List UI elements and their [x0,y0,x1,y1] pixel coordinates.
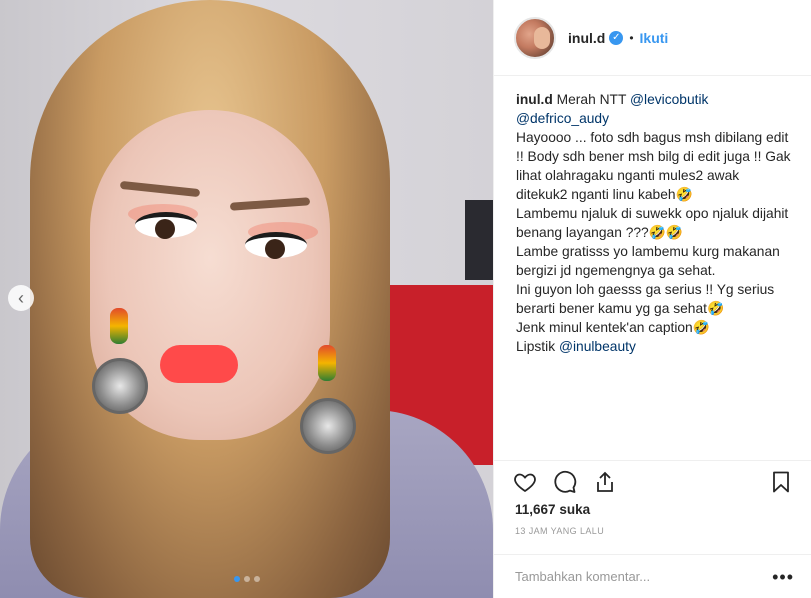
post-timestamp[interactable]: 13 JAM YANG LALU [515,526,604,536]
caption-line-4: Ini guyon loh gaesss ga serius !! Yg ser… [516,282,775,316]
carousel-prev-button[interactable]: ‹ [8,285,34,311]
header-username[interactable]: inul.d [568,30,605,46]
earring-left [92,358,148,414]
carousel-dot-2 [243,576,250,582]
chevron-left-icon: ‹ [18,288,24,308]
caption-mention-levicobutik[interactable]: @levicobutik [630,92,708,107]
carousel-dot-3 [253,576,260,582]
earring-right [300,398,356,454]
comment-input[interactable] [515,569,773,584]
caption: inul.d Merah NTT @levicobutik @defrico_a… [494,76,811,456]
caption-line-1: Hayoooo ... foto sdh bagus msh dibilang … [516,130,791,202]
like-button[interactable] [510,467,540,497]
likes-number: 11,667 [515,502,556,517]
caption-line-5: Jenk minul kentek'an caption🤣 [516,320,710,335]
eye-right [245,232,307,259]
follow-button[interactable]: Ikuti [640,30,669,46]
caption-line-3: Lambe gratisss yo lambemu kurg makanan b… [516,244,780,278]
caption-line-2: Lambemu njaluk di suwekk opo njaluk dija… [516,206,789,240]
eye-left [135,212,197,239]
caption-lipstik-label: Lipstik [516,339,556,354]
caption-mention-inulbeauty[interactable]: @inulbeauty [559,339,636,354]
likes-count[interactable]: 11,667 suka [515,502,590,517]
verified-badge-icon: ✓ [609,30,624,45]
share-button[interactable] [590,467,620,497]
avatar[interactable] [514,16,556,59]
more-options-button[interactable]: ••• [772,568,794,586]
bookmark-icon [773,471,789,492]
heart-icon [514,473,536,492]
comment-box: ••• [494,554,811,598]
carousel-dot-1 [233,576,240,582]
caption-intro: Merah NTT [556,92,627,107]
earring-beads-left [110,308,128,344]
caption-mention-defrico[interactable]: @defrico_audy [516,111,609,126]
save-button[interactable] [766,467,796,497]
carousel-indicator [0,576,493,582]
background-shelf [465,200,493,280]
lips [160,345,238,383]
likes-unit: suka [559,502,591,517]
comment-button[interactable] [550,467,580,497]
header-separator: • [629,30,634,45]
post-image[interactable]: ‹ [0,0,493,598]
post-panel: inul.d ✓ • Ikuti inul.d Merah NTT @levic… [493,0,811,598]
comment-icon [554,470,577,493]
caption-username[interactable]: inul.d [516,92,553,107]
earring-beads-right [318,345,336,381]
action-bar [494,460,811,496]
post-header: inul.d ✓ • Ikuti [494,0,811,76]
share-icon [597,471,613,492]
